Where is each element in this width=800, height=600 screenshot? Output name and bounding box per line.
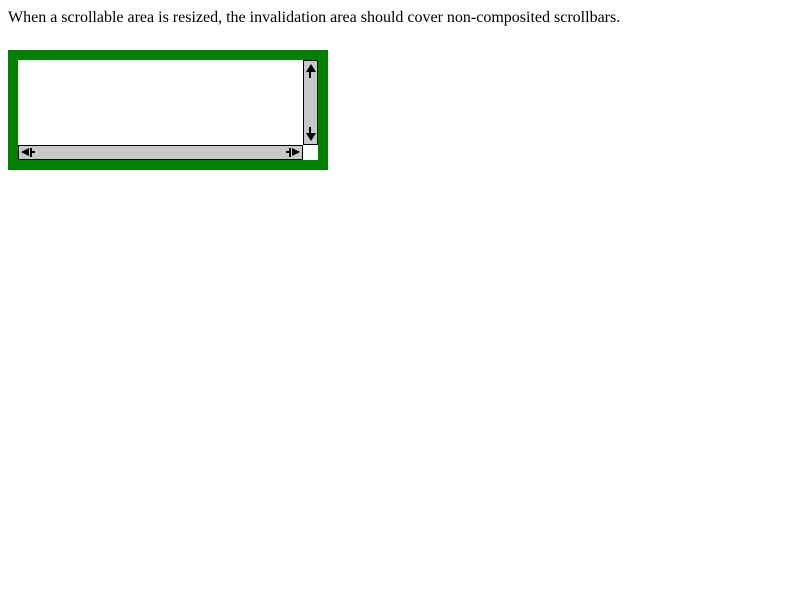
scroll-left-marker-bar-icon xyxy=(30,151,35,153)
scrollable-area[interactable] xyxy=(8,50,328,170)
description-text: When a scrollable area is resized, the i… xyxy=(8,9,621,26)
scroll-down-arrow-icon[interactable] xyxy=(306,133,316,141)
scrollable-content xyxy=(18,60,303,145)
scroll-right-arrow-icon[interactable] xyxy=(292,148,300,156)
scroll-right-marker-icon xyxy=(289,148,291,157)
scrollbar-corner xyxy=(303,145,318,160)
vertical-scrollbar[interactable] xyxy=(303,60,318,145)
scroll-up-arrow-icon[interactable] xyxy=(306,64,316,72)
scroll-left-arrow-icon[interactable] xyxy=(21,148,29,156)
scroll-up-marker-icon xyxy=(309,72,311,78)
horizontal-scrollbar[interactable] xyxy=(18,145,303,160)
